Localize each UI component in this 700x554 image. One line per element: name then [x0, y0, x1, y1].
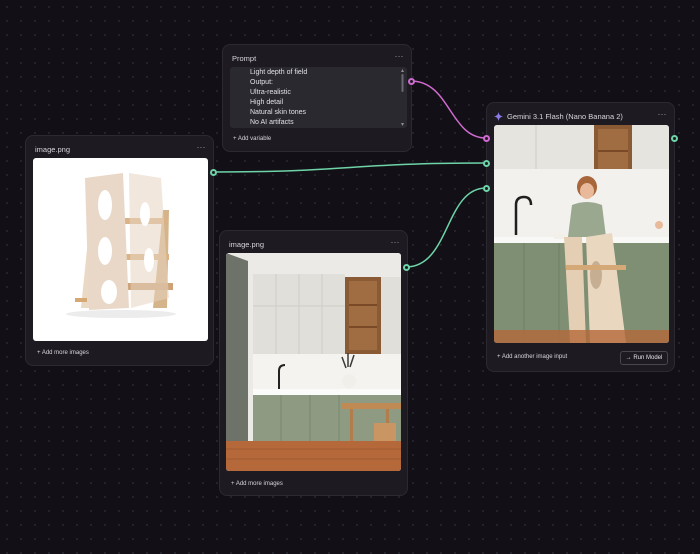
- image-node-menu-icon[interactable]: ⋯: [391, 237, 400, 248]
- add-more-images-button[interactable]: + Add more images: [231, 481, 283, 487]
- prompt-line: Light depth of field: [250, 69, 308, 76]
- prompt-textarea[interactable]: Light depth of field Output: Ultra-reali…: [230, 67, 407, 128]
- image1-output-port[interactable]: [210, 169, 217, 176]
- prompt-line: Output:: [250, 79, 273, 86]
- add-more-images-button[interactable]: + Add more images: [37, 350, 89, 356]
- add-variable-button[interactable]: + Add variable: [233, 136, 271, 142]
- stool-image: [33, 158, 208, 341]
- wire-prompt-to-model: [410, 80, 487, 139]
- wire-image2-to-model: [405, 187, 487, 268]
- prompt-line: High detail: [250, 99, 284, 106]
- image-node-title: image.png: [35, 145, 71, 154]
- image-node-stool[interactable]: image.png ⋯ + Add more images: [25, 135, 214, 366]
- sparkle-icon: [494, 112, 503, 121]
- prompt-node-menu-icon[interactable]: ⋯: [395, 51, 404, 62]
- model-node-menu-icon[interactable]: ⋯: [658, 109, 667, 120]
- add-image-input-button[interactable]: + Add another image input: [497, 354, 567, 360]
- image2-output-port[interactable]: [403, 264, 410, 271]
- kitchen-image: [226, 253, 401, 471]
- prompt-node-title: Prompt: [232, 54, 257, 63]
- image-node-menu-icon[interactable]: ⋯: [197, 142, 206, 153]
- model-node-title: Gemini 3.1 Flash (Nano Banana 2): [507, 112, 623, 121]
- image-node-title: image.png: [229, 240, 265, 249]
- prompt-line: Natural skin tones: [250, 109, 307, 116]
- prompt-line: No AI artifacts: [250, 119, 294, 126]
- prompt-scrollbar[interactable]: [401, 69, 404, 126]
- prompt-line: Ultra-realistic: [250, 89, 291, 96]
- run-model-button[interactable]: → Run Model: [620, 351, 668, 365]
- wire-image1-to-model: [212, 162, 487, 173]
- prompt-node[interactable]: Prompt ⋯ Light depth of field Output: Ul…: [222, 44, 412, 152]
- image-node-kitchen[interactable]: image.png ⋯ + Add more images: [219, 230, 408, 496]
- model-node[interactable]: Gemini 3.1 Flash (Nano Banana 2) ⋯ + Add…: [486, 102, 675, 372]
- model-output-port[interactable]: [671, 135, 678, 142]
- prompt-output-port[interactable]: [408, 78, 415, 85]
- model-image-input-port-1[interactable]: [483, 160, 490, 167]
- generated-output-image: [494, 125, 669, 343]
- model-image-input-port-2[interactable]: [483, 185, 490, 192]
- model-prompt-input-port[interactable]: [483, 135, 490, 142]
